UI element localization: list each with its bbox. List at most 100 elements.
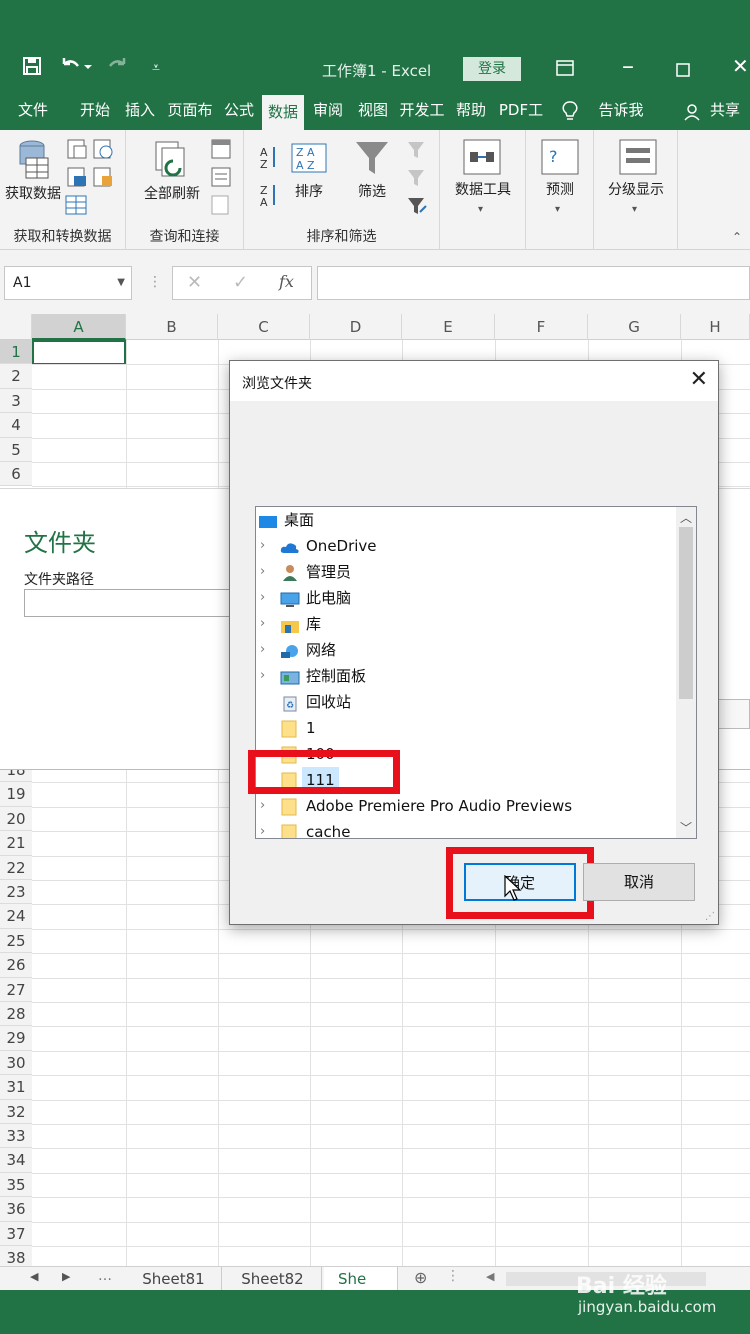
chevron-right-icon[interactable]: › — [260, 793, 265, 819]
tree-item-desktop[interactable]: 桌面 — [256, 507, 676, 533]
from-table-icon[interactable] — [66, 166, 88, 192]
dialog-close-icon[interactable]: ✕ — [690, 367, 708, 392]
column-header-f[interactable]: F — [495, 314, 588, 340]
row-header[interactable]: 32 — [0, 1099, 32, 1124]
row-header[interactable]: 5 — [0, 437, 32, 462]
more-sheets-icon[interactable]: … — [98, 1268, 112, 1284]
row-header[interactable]: 27 — [0, 977, 32, 1002]
scroll-down-icon[interactable]: ﹀ — [680, 819, 692, 836]
tab-pdf[interactable]: PDF工 — [495, 93, 547, 130]
row-header[interactable]: 26 — [0, 953, 32, 978]
chevron-right-icon[interactable]: › — [260, 533, 265, 559]
tree-item-this-pc[interactable]: › 此电脑 — [256, 585, 676, 611]
column-header-e[interactable]: E — [402, 314, 495, 340]
queries-connections-icon[interactable] — [210, 138, 232, 164]
select-all-corner[interactable] — [0, 314, 32, 340]
tab-view[interactable]: 视图 — [352, 93, 394, 130]
new-sheet-icon[interactable]: ⊕ — [414, 1268, 427, 1287]
selected-cell-a1[interactable] — [32, 340, 126, 365]
from-web-icon[interactable] — [92, 138, 114, 164]
outline-button[interactable]: 分级显示 — [596, 180, 676, 200]
tab-insert[interactable]: 插入 — [120, 93, 160, 130]
get-data-button[interactable]: 获取数据 — [4, 184, 62, 204]
filter-button[interactable]: 筛选 — [352, 182, 392, 202]
tab-home[interactable]: 开始 — [72, 93, 118, 130]
row-header[interactable]: 1 — [0, 340, 32, 365]
tell-me-search[interactable]: 告诉我 — [590, 93, 652, 130]
row-header[interactable]: 19 — [0, 782, 32, 807]
from-text-icon[interactable] — [66, 138, 88, 164]
tab-help[interactable]: 帮助 — [450, 93, 492, 130]
scroll-up-icon[interactable]: ︿ — [680, 509, 692, 526]
row-header[interactable]: 30 — [0, 1050, 32, 1076]
tree-item-cache[interactable]: › cache — [256, 819, 676, 838]
row-header[interactable]: 28 — [0, 1002, 32, 1027]
row-header[interactable]: 34 — [0, 1148, 32, 1173]
row-header[interactable]: 35 — [0, 1172, 32, 1198]
sort-button[interactable]: 排序 — [288, 182, 330, 202]
share-person-icon[interactable] — [684, 103, 702, 125]
maximize-icon[interactable] — [676, 58, 690, 82]
tree-item-folder-1[interactable]: 1 — [256, 715, 676, 741]
tree-item-admin[interactable]: › 管理员 — [256, 559, 676, 585]
customize-quick-access-icon[interactable]: ⩡ — [152, 60, 160, 76]
formula-input[interactable] — [317, 266, 750, 300]
tab-developer[interactable]: 开发工 — [397, 93, 447, 130]
data-tools-button[interactable]: 数据工具 — [444, 180, 522, 200]
scroll-sheets-left-icon[interactable]: ◀ — [30, 1270, 38, 1283]
forecast-button[interactable]: 预测 — [534, 180, 586, 200]
column-header-d[interactable]: D — [310, 314, 402, 340]
resize-grip-icon[interactable]: ⋰ — [705, 911, 715, 922]
redo-icon[interactable] — [106, 56, 140, 81]
row-header[interactable]: 36 — [0, 1197, 32, 1222]
row-header[interactable]: 33 — [0, 1124, 32, 1149]
sheet-tab-sheet82[interactable]: Sheet82 — [224, 1267, 322, 1291]
tree-item-recycle-bin[interactable]: ♻ 回收站 — [256, 689, 676, 715]
row-header[interactable]: 24 — [0, 904, 32, 929]
confirm-entry-icon[interactable]: ✓ — [233, 272, 248, 293]
row-header[interactable]: 22 — [0, 855, 32, 880]
tab-file[interactable]: 文件 — [8, 93, 58, 130]
chevron-right-icon[interactable]: › — [260, 611, 265, 637]
refresh-all-button[interactable]: 全部刷新 — [132, 184, 212, 204]
row-header[interactable]: 20 — [0, 806, 32, 832]
name-box-dropdown-icon[interactable]: ▼ — [117, 267, 125, 299]
scrollbar-thumb[interactable] — [679, 527, 693, 699]
chevron-right-icon[interactable]: › — [260, 559, 265, 585]
edit-links-icon[interactable] — [210, 194, 232, 220]
column-header-b[interactable]: B — [126, 314, 218, 340]
tree-scrollbar[interactable]: ︿ ﹀ — [676, 507, 696, 838]
scroll-sheets-right-icon[interactable]: ▶ — [62, 1270, 70, 1283]
undo-icon[interactable] — [60, 56, 94, 81]
existing-connections-icon[interactable] — [64, 194, 90, 220]
column-header-c[interactable]: C — [218, 314, 310, 340]
tree-item-library[interactable]: › 库 — [256, 611, 676, 637]
row-header[interactable]: 38 — [0, 1246, 32, 1266]
cancel-button[interactable]: 取消 — [583, 863, 695, 901]
tree-item-onedrive[interactable]: › OneDrive — [256, 533, 676, 559]
row-header[interactable]: 4 — [0, 413, 32, 438]
tree-item-network[interactable]: › 网络 — [256, 637, 676, 663]
sheet-tab-active[interactable]: She — [324, 1267, 398, 1291]
minimize-icon[interactable]: – — [622, 52, 634, 80]
sheet-tab-sheet81[interactable]: Sheet81 — [126, 1267, 222, 1291]
tree-item-adobe-previews[interactable]: › Adobe Premiere Pro Audio Previews — [256, 793, 676, 819]
scroll-left-icon[interactable]: ◀ — [486, 1270, 494, 1283]
row-header[interactable]: 3 — [0, 388, 32, 414]
row-header[interactable]: 25 — [0, 928, 32, 954]
tab-page-layout[interactable]: 页面布 — [164, 93, 216, 130]
tree-item-control-panel[interactable]: › 控制面板 — [256, 663, 676, 689]
row-header[interactable]: 29 — [0, 1026, 32, 1051]
column-header-a[interactable]: A — [32, 314, 126, 340]
chevron-right-icon[interactable]: › — [260, 663, 265, 689]
row-header[interactable]: 37 — [0, 1221, 32, 1246]
advanced-filter-icon[interactable] — [406, 196, 428, 222]
column-header-h[interactable]: H — [681, 314, 750, 340]
folder-path-input[interactable] — [24, 589, 254, 617]
reapply-filter-icon[interactable] — [406, 168, 428, 194]
row-header[interactable]: 6 — [0, 462, 32, 487]
row-header[interactable]: 21 — [0, 831, 32, 856]
insert-function-icon[interactable]: fx — [279, 272, 294, 291]
properties-icon[interactable] — [210, 166, 232, 192]
chevron-right-icon[interactable]: › — [260, 819, 265, 838]
